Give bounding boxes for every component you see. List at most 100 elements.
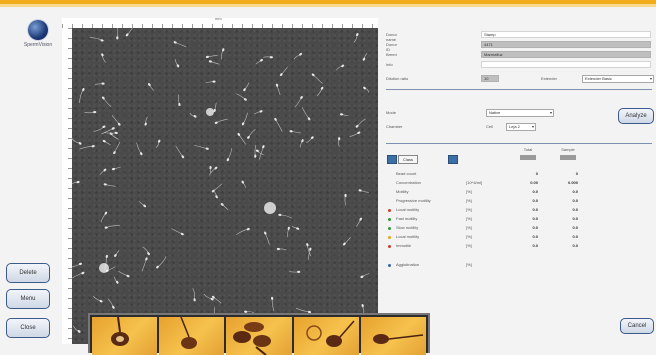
sperm-cell — [275, 83, 281, 96]
previous-class-button[interactable] — [387, 155, 397, 164]
sperm-cell — [125, 28, 133, 37]
section-divider — [386, 89, 652, 90]
delete-button[interactable]: Delete — [6, 263, 50, 283]
sperm-cell — [171, 228, 184, 236]
result-label: Motility — [396, 189, 409, 194]
chamber-prefix: Cell — [486, 124, 493, 129]
thumbnail-5[interactable] — [360, 317, 427, 355]
dilution-field[interactable]: 10 — [481, 75, 499, 82]
thumbnail-1[interactable] — [92, 317, 158, 355]
result-label: Immotile — [396, 243, 412, 248]
class-button[interactable]: Class — [398, 155, 418, 164]
result-total-value: 0.0 — [532, 189, 538, 194]
thumbnail-3[interactable] — [226, 317, 292, 355]
mode-label: Mode — [386, 110, 397, 115]
vertical-ruler — [62, 28, 72, 344]
result-label: Local motility — [396, 234, 420, 239]
result-unit: [%] — [466, 207, 472, 212]
info-field[interactable] — [481, 61, 651, 68]
section-divider — [386, 143, 652, 144]
sperm-cell — [103, 183, 116, 187]
sperm-cell — [142, 246, 150, 256]
column-header-sample: Sample — [561, 147, 575, 152]
sperm-cell — [355, 118, 366, 128]
sperm-cell — [79, 87, 85, 103]
cell-clump — [206, 108, 214, 116]
extender-select[interactable]: Extender Basic ▾ — [582, 75, 654, 83]
breed-field[interactable]: Marmafluz — [481, 51, 651, 58]
sperm-cell — [177, 94, 181, 107]
sperm-cell — [301, 107, 311, 121]
result-total-value: 0.0 — [532, 234, 538, 239]
result-total-value: 0.00 — [530, 180, 538, 185]
sperm-cell — [353, 33, 359, 43]
thumbnail-4[interactable] — [293, 317, 359, 355]
sperm-cell — [111, 115, 121, 126]
sperm-cell — [311, 73, 323, 84]
sperm-cell — [278, 213, 292, 219]
result-label: Concentration — [396, 180, 421, 185]
result-unit: [%] — [466, 234, 472, 239]
column-header-total: Total — [523, 147, 533, 152]
sperm-cell — [263, 56, 273, 59]
status-dot-icon — [388, 218, 391, 221]
sperm-cell — [258, 145, 265, 160]
chamber-select[interactable]: Leja 2 ▾ — [506, 123, 536, 131]
chevron-down-icon: ▾ — [531, 124, 534, 129]
sperm-cell — [89, 37, 104, 42]
cancel-button[interactable]: Cancel — [620, 318, 654, 334]
result-total-value: 0.0 — [532, 198, 538, 203]
sperm-cell — [213, 190, 218, 199]
extender-label: Extender — [541, 76, 558, 81]
result-total-value: 0 — [535, 171, 538, 176]
dilution-label: Dilution ratio — [386, 76, 409, 81]
sperm-cell — [335, 64, 345, 71]
thumbnail-2[interactable] — [159, 317, 225, 355]
sperm-cell — [139, 201, 147, 208]
sperm-cell — [101, 53, 106, 63]
result-total-value: 0.0 — [532, 207, 538, 212]
app-logo: SpermVision — [18, 20, 58, 48]
sperm-cell — [300, 139, 304, 148]
sperm-cell — [254, 144, 257, 158]
sperm-cell — [93, 125, 106, 132]
sperm-cell — [214, 118, 228, 124]
sperm-cell — [289, 270, 301, 273]
sperm-cell — [294, 96, 303, 108]
close-button[interactable]: Close — [6, 318, 50, 338]
microscope-image-viewer[interactable] — [72, 28, 378, 344]
result-sample-value: 0.0 — [572, 243, 578, 248]
mode-select[interactable]: Native ▾ — [486, 109, 554, 117]
status-dot-icon — [388, 264, 391, 267]
sperm-cell — [306, 136, 314, 144]
sperm-cell — [343, 236, 351, 246]
analyze-button[interactable]: Analyze — [618, 108, 654, 124]
result-sample-value: 0 — [575, 171, 578, 176]
result-sample-value: 0.0 — [572, 216, 578, 221]
sperm-cell — [338, 137, 341, 147]
sperm-cell — [114, 276, 119, 284]
donor-id-field[interactable]: 4471 — [481, 41, 651, 48]
sperm-cell — [255, 58, 263, 65]
sperm-cell — [289, 130, 301, 134]
sperm-cell — [220, 203, 229, 210]
cell-clump — [99, 263, 109, 273]
sperm-cell — [237, 132, 247, 145]
ruler-label: mm — [215, 16, 222, 21]
sperm-cell — [192, 288, 196, 302]
next-class-button[interactable] — [448, 155, 458, 164]
chamber-label: Chamber — [386, 124, 403, 129]
logo-globe-icon — [28, 20, 48, 40]
menu-button[interactable]: Menu — [6, 289, 50, 309]
sperm-cell — [175, 145, 185, 159]
sperm-cell — [344, 193, 347, 206]
donor-name-field[interactable]: Stamp — [481, 31, 651, 38]
result-unit: [%] — [466, 243, 472, 248]
sperm-cell — [101, 96, 112, 108]
form-label: Donor name — [386, 32, 397, 42]
sperm-cell — [361, 304, 364, 313]
sperm-cell — [241, 180, 246, 188]
sperm-cell — [208, 60, 220, 65]
result-sample-value: 0.0 — [572, 198, 578, 203]
sperm-cell — [72, 180, 80, 184]
